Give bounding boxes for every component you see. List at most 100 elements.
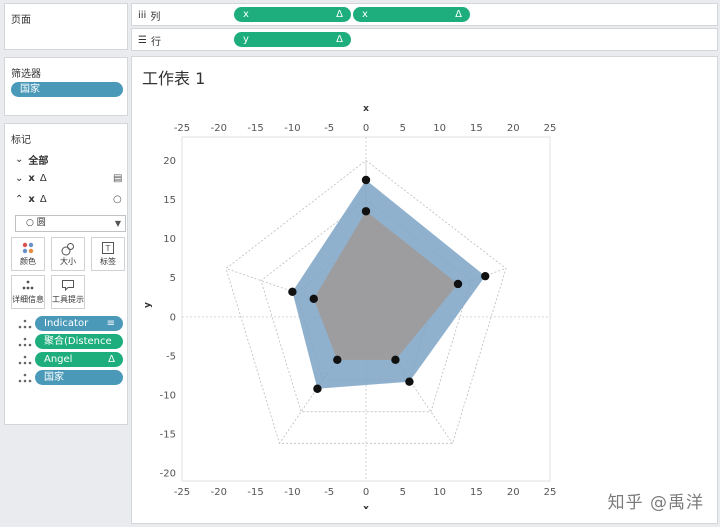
delta-icon: Δ: [455, 9, 462, 20]
x-tick-label-top: -25: [174, 123, 190, 134]
pages-title: 页面: [11, 15, 31, 26]
pill-indicator[interactable]: Indicator ≡: [35, 316, 123, 331]
x-tick-label-bottom: 15: [470, 487, 483, 498]
delta-icon: Δ: [336, 9, 343, 20]
label-button[interactable]: T 标签: [91, 237, 125, 271]
watermark-text: 知乎 @禹洋: [607, 493, 704, 513]
column-pill-x-1[interactable]: x Δ: [234, 7, 351, 22]
rows-shelf-label: ☰ 行: [138, 35, 161, 48]
detail-dots-icon: [18, 337, 32, 347]
x-tick-label-bottom: 10: [433, 487, 446, 498]
marks-tab-x-2[interactable]: ⌃ x Δ ○: [15, 194, 127, 205]
pill-country[interactable]: 国家: [35, 370, 123, 385]
marks-tab-label: x: [28, 194, 35, 205]
marks-panel: 标记 ⌄ 全部 ⌄ x Δ ▤ ⌃ x Δ ○ ○ 圆 ▼ 颜色 大小 T 标签: [4, 123, 128, 425]
tooltip-button[interactable]: 工具提示: [51, 275, 85, 309]
detail-dots-icon: [18, 373, 32, 383]
column-pill-x-2[interactable]: x Δ: [353, 7, 470, 22]
pill-label: Indicator: [44, 318, 89, 329]
columns-icon: iii: [138, 10, 147, 21]
data-point-series-2: [309, 294, 318, 304]
filters-title: 筛选器: [11, 69, 41, 80]
delta-icon: Δ: [108, 354, 115, 365]
detail-dots-icon: [18, 355, 32, 365]
y-tick-label: 20: [163, 156, 176, 167]
y-tick-label: 0: [170, 312, 176, 323]
x-tick-label-bottom: 25: [544, 487, 557, 498]
color-button[interactable]: 颜色: [11, 237, 45, 271]
x-tick-label-bottom: 5: [400, 487, 406, 498]
y-tick-label: 10: [163, 234, 176, 245]
tooltip-button-label: 工具提示: [52, 295, 84, 304]
size-icon: [52, 238, 84, 256]
pill-label: y: [243, 34, 249, 45]
row-pill-y[interactable]: y Δ: [234, 32, 351, 47]
mark-pill-distance[interactable]: 聚合(Distence f..: [17, 334, 123, 362]
size-button[interactable]: 大小: [51, 237, 85, 271]
y-tick-label: -20: [160, 469, 176, 480]
svg-text:T: T: [105, 244, 111, 253]
mark-pill-country[interactable]: 国家: [17, 370, 123, 385]
palette-icon: [12, 238, 44, 256]
marks-tab-x-1[interactable]: ⌄ x Δ ▤: [15, 173, 127, 184]
data-point-series-2: [391, 355, 400, 365]
x-tick-label-bottom: -25: [174, 487, 190, 498]
chevron-down-icon: ⌄: [15, 154, 24, 165]
pill-label: Angel: [44, 354, 73, 365]
y-tick-label: -5: [166, 351, 176, 362]
x-tick-label-top: 10: [433, 123, 446, 134]
data-point-series-1: [405, 377, 414, 386]
x-tick-label-top: -15: [247, 123, 263, 134]
chevron-down-icon: ⌄: [15, 173, 24, 184]
mark-pill-indicator[interactable]: Indicator ≡: [17, 316, 123, 331]
y-tick-label: 5: [170, 273, 176, 284]
detail-button-label: 详细信息: [12, 295, 44, 304]
data-point-series-2: [361, 207, 371, 216]
filter-pill-country[interactable]: 国家: [11, 82, 123, 97]
pill-angel[interactable]: Angel Δ: [35, 352, 123, 367]
marks-tab-label: 全部: [28, 156, 49, 167]
x-tick-label-top: 25: [544, 123, 557, 134]
y-tick-label: -15: [160, 430, 176, 441]
x-tick-label-bottom: -5: [324, 487, 334, 498]
mark-type-value: 圆: [36, 218, 46, 228]
columns-shelf[interactable]: iii 列 x Δ x Δ: [131, 3, 718, 26]
marks-tab-label: x: [28, 173, 35, 184]
x-tick-label-top: 0: [363, 123, 369, 134]
mark-pill-angel[interactable]: Angel Δ: [17, 352, 123, 367]
detail-dots-icon: [12, 276, 44, 294]
rows-icon: ☰: [138, 35, 147, 46]
x-tick-label-bottom: -10: [284, 487, 300, 498]
rows-shelf[interactable]: ☰ 行 y Δ: [131, 28, 718, 51]
delta-icon: Δ: [336, 34, 343, 45]
x-tick-label-top: -20: [211, 123, 227, 134]
marks-tab-all[interactable]: ⌄ 全部: [15, 152, 48, 167]
columns-shelf-label: iii 列: [138, 10, 161, 23]
detail-button[interactable]: 详细信息: [11, 275, 45, 309]
color-button-label: 颜色: [20, 257, 36, 266]
x-tick-label-top: 5: [400, 123, 406, 134]
data-point-series-1: [481, 271, 490, 281]
x-tick-label-bottom: 0: [363, 487, 369, 498]
circle-icon: ○: [26, 218, 37, 228]
worksheet-panel: 工作表 1 -25 -25 -20 -20 -15 -15 -10 -10 -5 -5 0 0 5 5 10…: [131, 56, 718, 524]
mark-type-dropdown[interactable]: ○ 圆 ▼: [15, 215, 126, 232]
x-tick-label-top: 20: [507, 123, 520, 134]
data-point-series-1: [361, 175, 371, 185]
x-tick-label-bottom: 20: [507, 487, 520, 498]
pages-panel: 页面: [4, 3, 128, 50]
x-axis-title-bottom: x: [363, 504, 369, 509]
y-axis-title: y: [143, 302, 153, 308]
pill-label: 国家: [44, 372, 64, 383]
data-point-series-1: [288, 287, 297, 296]
data-point-series-2: [333, 355, 342, 365]
radar-chart: -25 -25 -20 -20 -15 -15 -10 -10 -5 -5 0 0 5 5 10 10 15 15…: [143, 104, 557, 509]
x-tick-label-bottom: -15: [247, 487, 263, 498]
data-point-series-2: [453, 279, 463, 289]
delta-icon: Δ: [39, 194, 47, 205]
table-icon: ▤: [113, 173, 123, 184]
circle-icon: ○: [113, 194, 122, 205]
x-tick-label-top: -5: [324, 123, 334, 134]
x-axis-title-top: x: [363, 104, 369, 114]
pill-distance[interactable]: 聚合(Distence f..: [35, 334, 123, 362]
